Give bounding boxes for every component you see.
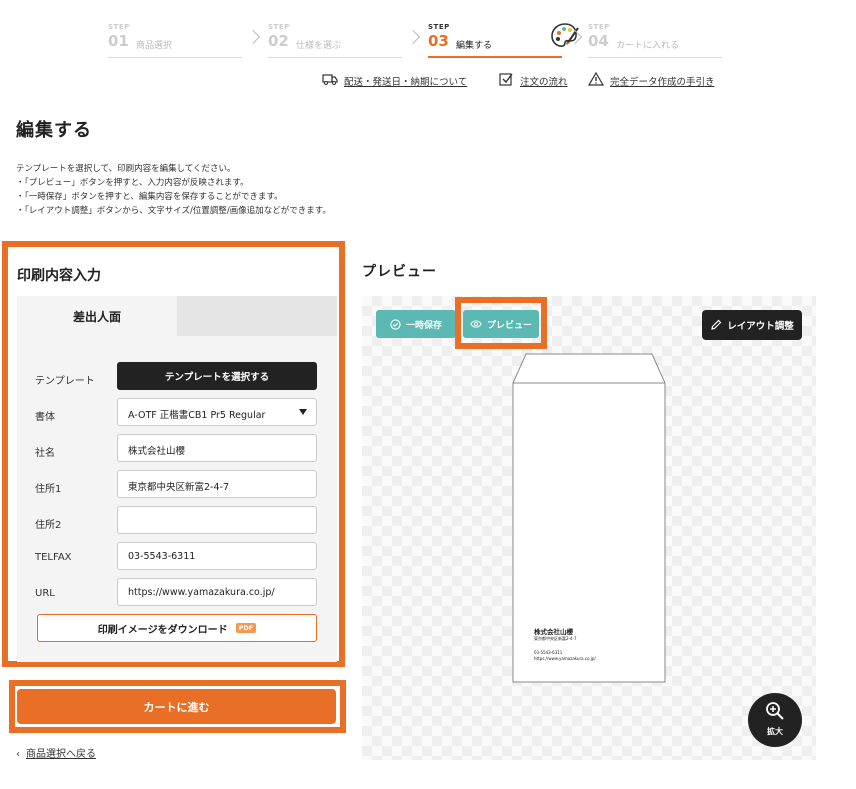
step-number: 03 [428, 32, 449, 50]
pencil-icon [711, 319, 722, 330]
font-label: 書体 [35, 412, 55, 423]
telfax-field[interactable]: 03-5543-6311 [117, 542, 317, 570]
address1-field[interactable]: 東京都中央区新富2-4-7 [117, 470, 317, 498]
pdf-badge: PDF [235, 623, 257, 633]
step-number: 02 [268, 32, 289, 50]
envelope-tel: 03-5543-6311 [534, 650, 563, 655]
step-tag: STEP [428, 23, 450, 31]
template-label: テンプレート [35, 376, 95, 387]
step-1: STEP 01 商品選択 [108, 18, 242, 58]
address2-label: 住所2 [35, 520, 62, 531]
step-number: 01 [108, 32, 129, 50]
tab-other-side[interactable] [177, 296, 337, 336]
chevron-right-icon [405, 29, 421, 45]
address1-label: 住所1 [35, 484, 62, 495]
instructions: テンプレートを選択して、印刷内容を編集してください。 ・「プレビュー」ボタンを押… [16, 162, 331, 218]
step-number: 04 [588, 32, 609, 50]
url-field[interactable]: https://www.yamazakura.co.jp/ [117, 578, 317, 606]
temporary-save-label: 一時保存 [405, 320, 442, 331]
preview-button[interactable]: プレビュー [463, 310, 539, 338]
instruction-line: ・「プレビュー」ボタンを押すと、入力内容が反映されます。 [16, 178, 249, 188]
address2-field[interactable] [117, 506, 317, 534]
temporary-save-button[interactable]: 一時保存 [376, 310, 456, 338]
truck-icon [322, 74, 338, 85]
step-progress: STEP 01 商品選択 STEP 02 仕様を選ぶ STEP 03 編集する … [108, 18, 724, 58]
side-tabs: 差出人面 [17, 296, 337, 336]
layout-adjust-label: レイアウト調整 [727, 321, 794, 332]
layout-adjust-button[interactable]: レイアウト調整 [702, 310, 802, 340]
step-label: カートに入れる [616, 41, 680, 51]
chevron-left-icon: ‹ [16, 749, 20, 760]
envelope-address: 東京都中央区新富2-4-7 [534, 636, 577, 641]
checkbox-icon [499, 73, 513, 86]
url-label: URL [35, 588, 55, 599]
step-2: STEP 02 仕様を選ぶ [268, 18, 402, 58]
step-label: 商品選択 [136, 41, 173, 51]
chevron-right-icon [245, 29, 261, 45]
zoom-in-icon [766, 702, 784, 720]
preview-title: プレビュー [362, 264, 437, 280]
preview-button-highlight: プレビュー [455, 297, 547, 349]
step-tag: STEP [588, 23, 610, 31]
download-button-label: 印刷イメージをダウンロード [97, 624, 228, 636]
zoom-label: 拡大 [767, 727, 783, 736]
company-label: 社名 [35, 448, 55, 459]
envelope-company: 株式会社山櫻 [534, 628, 573, 636]
preview-canvas: 一時保存 プレビュー レイアウト調整 株式会社山櫻 東京都中央区新富2-4-7 … [362, 296, 816, 760]
warning-icon [588, 71, 604, 86]
step-tag: STEP [108, 23, 130, 31]
preview-button-label: プレビュー [486, 320, 532, 331]
step-4: STEP 04 カートに入れる [588, 18, 722, 58]
step-label: 仕様を選ぶ [296, 41, 342, 51]
select-template-button[interactable]: テンプレートを選択する [117, 362, 317, 390]
back-link-text[interactable]: 商品選択へ戻る [26, 749, 96, 760]
instruction-line: ・「レイアウト調整」ボタンから、文字サイズ/位置調整/画像追加などができます。 [16, 206, 331, 216]
telfax-label: TELFAX [35, 552, 72, 563]
envelope-url: https://www.yamazakura.co.jp/ [534, 656, 596, 661]
download-print-image-button[interactable]: 印刷イメージをダウンロード PDF [37, 614, 317, 642]
zoom-button[interactable]: 拡大 [748, 693, 802, 747]
font-select-value: A-OTF 正楷書CB1 Pr5 Regular [128, 410, 266, 421]
cart-button-highlight: カートに進む [9, 680, 346, 733]
font-select[interactable]: A-OTF 正楷書CB1 Pr5 Regular [117, 398, 317, 426]
form-title: 印刷内容入力 [17, 268, 101, 284]
data-guide-link-text[interactable]: 完全データ作成の手引き [610, 74, 715, 88]
tab-sender-side[interactable]: 差出人面 [17, 296, 177, 336]
order-flow-link-text[interactable]: 注文の流れ [520, 74, 568, 88]
instruction-line: テンプレートを選択して、印刷内容を編集してください。 [16, 164, 236, 174]
instruction-line: ・「一時保存」ボタンを押すと、編集内容を保存することができます。 [16, 192, 283, 202]
print-content-panel: 印刷内容入力 差出人面 テンプレート テンプレートを選択する 書体 A-OTF … [2, 241, 345, 667]
shipping-link-text[interactable]: 配送・発送日・納期について [344, 74, 467, 88]
proceed-to-cart-button[interactable]: カートに進む [17, 689, 336, 724]
form-body: テンプレート テンプレートを選択する 書体 A-OTF 正楷書CB1 Pr5 R… [17, 336, 337, 662]
step-tag: STEP [268, 23, 290, 31]
back-to-product-select-link[interactable]: ‹ 商品選択へ戻る [16, 745, 96, 760]
step-3: STEP 03 編集する [428, 18, 579, 58]
company-field[interactable]: 株式会社山櫻 [117, 434, 317, 462]
caret-down-icon [299, 409, 307, 415]
step-label: 編集する [456, 41, 493, 51]
page-title: 編集する [16, 120, 92, 141]
check-circle-icon [390, 318, 401, 330]
eye-icon [470, 320, 482, 328]
